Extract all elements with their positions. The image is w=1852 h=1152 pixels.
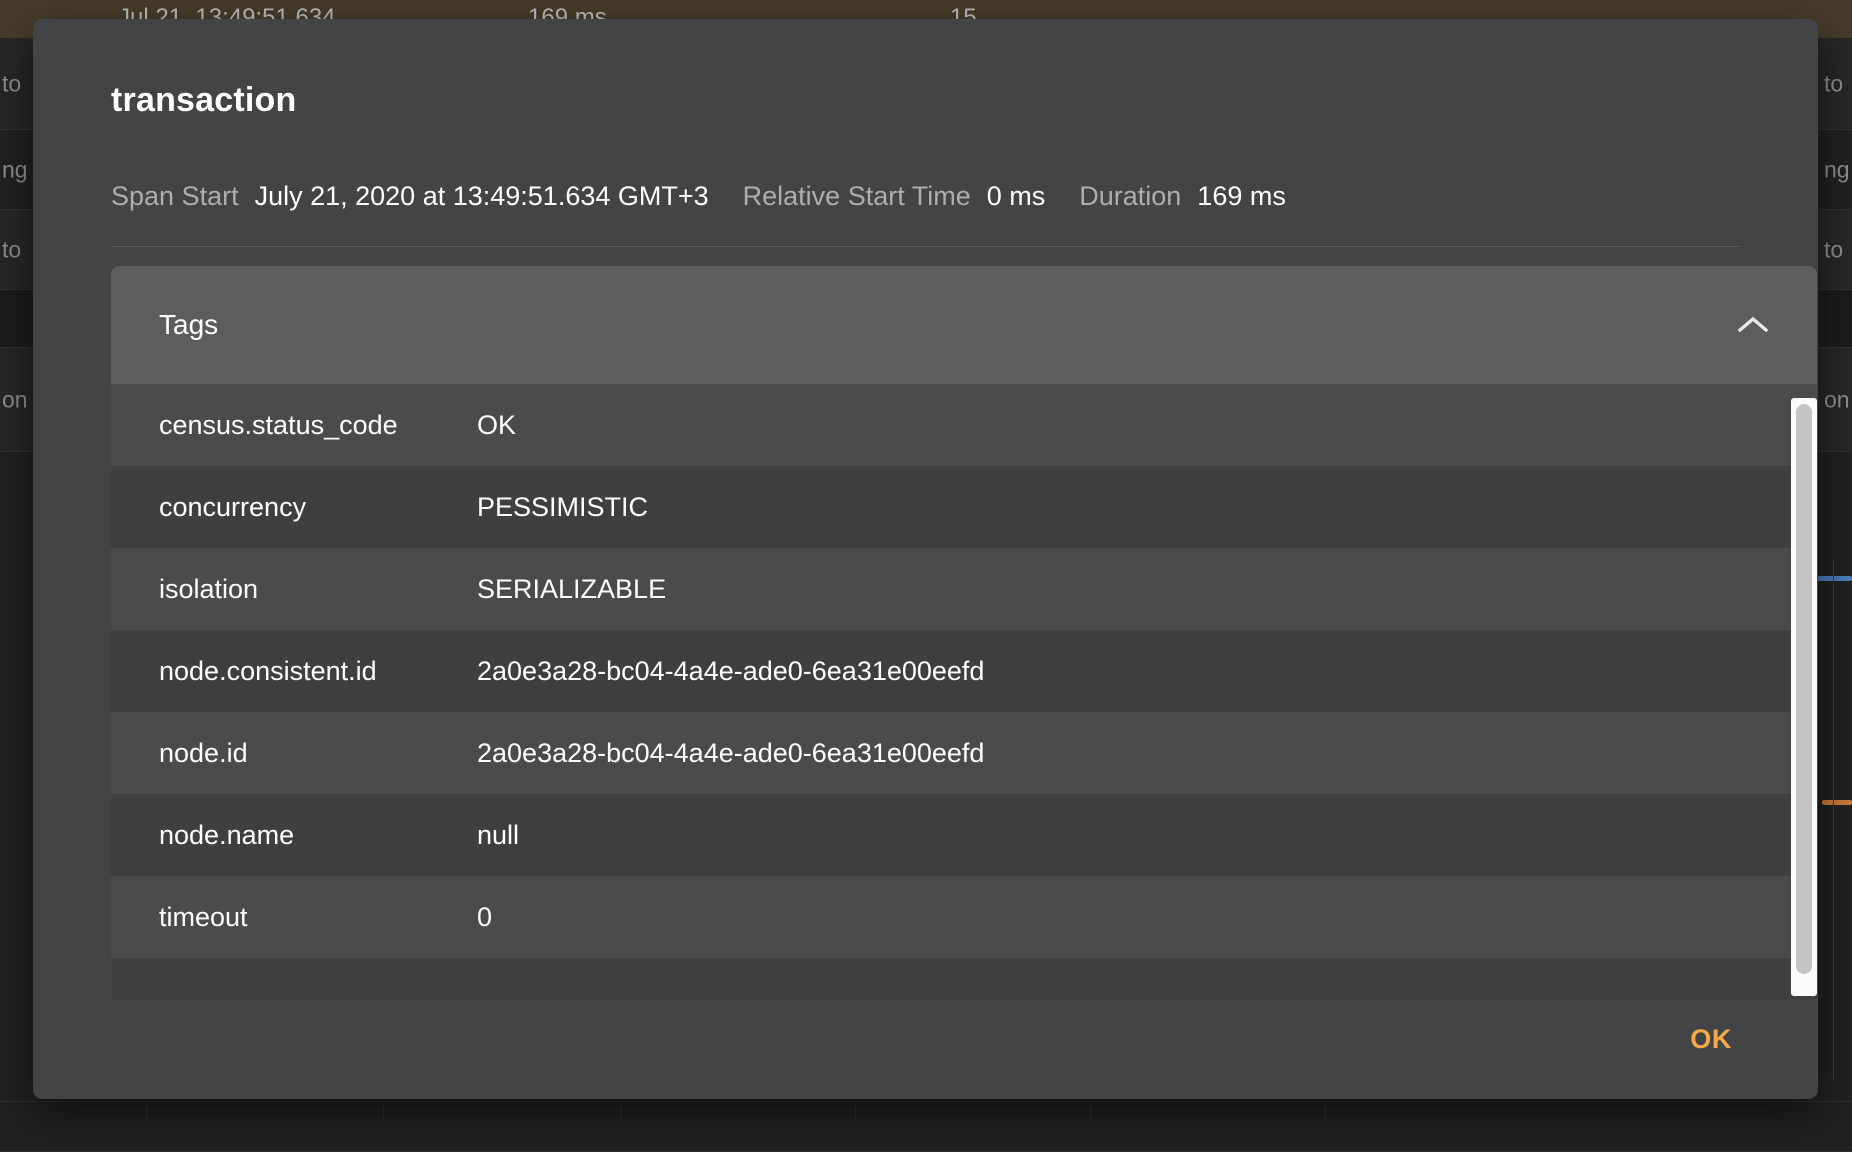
- span-meta-value: 0 ms: [987, 181, 1046, 212]
- backdrop-cell: ng: [2, 156, 28, 183]
- tag-value: OK: [477, 410, 516, 441]
- backdrop-footer-line: [0, 1101, 1852, 1102]
- backdrop-cell: on: [2, 386, 28, 413]
- tag-key: node.id: [159, 738, 477, 769]
- span-meta-row: Span Start July 21, 2020 at 13:49:51.634 …: [111, 181, 1286, 212]
- tag-row: node.namenull: [111, 794, 1817, 876]
- tags-scrollbar[interactable]: [1791, 398, 1817, 996]
- tag-row: node.id2a0e3a28-bc04-4a4e-ade0-6ea31e00e…: [111, 712, 1817, 794]
- chevron-up-icon[interactable]: [1727, 299, 1779, 351]
- span-meta-label: Span Start: [111, 181, 239, 212]
- tags-accordion: Tags census.status_codeOKconcurrencyPESS…: [111, 266, 1817, 999]
- backdrop-column-separator: [855, 1103, 856, 1122]
- header-divider: [111, 246, 1740, 247]
- ok-button[interactable]: OK: [1668, 1014, 1754, 1065]
- backdrop-cell: to: [1824, 236, 1843, 263]
- dialog-title: transaction: [111, 81, 296, 120]
- backdrop-cell: on: [1824, 386, 1850, 413]
- tag-value: SERIALIZABLE: [477, 574, 666, 605]
- backdrop-column-separator: [620, 1103, 621, 1122]
- tags-list: census.status_codeOKconcurrencyPESSIMIST…: [111, 384, 1817, 999]
- span-meta-value: 169 ms: [1197, 181, 1286, 212]
- tag-key: timeout: [159, 902, 477, 933]
- tag-key: node.name: [159, 820, 477, 851]
- tag-row: node.consistent.id2a0e3a28-bc04-4a4e-ade…: [111, 630, 1817, 712]
- backdrop-cell: to: [2, 70, 21, 97]
- tags-accordion-header[interactable]: Tags: [111, 266, 1817, 384]
- backdrop-column-separator: [1090, 1103, 1091, 1122]
- backdrop-timeline-tick: [1833, 560, 1834, 1080]
- tag-row: census.status_codeOK: [111, 384, 1817, 466]
- backdrop-cell: to: [2, 236, 21, 263]
- tags-scrollbar-thumb[interactable]: [1796, 404, 1812, 974]
- tag-value: PESSIMISTIC: [477, 492, 648, 523]
- tag-key: census.status_code: [159, 410, 477, 441]
- span-meta-label: Duration: [1079, 181, 1181, 212]
- tag-key: concurrency: [159, 492, 477, 523]
- tag-key: isolation: [159, 574, 477, 605]
- span-detail-dialog: transaction Span Start July 21, 2020 at 1…: [33, 19, 1818, 1099]
- backdrop-column-separator: [1325, 1103, 1326, 1122]
- tag-value: 2a0e3a28-bc04-4a4e-ade0-6ea31e00eefd: [477, 738, 984, 769]
- tag-value: null: [477, 820, 519, 851]
- tag-row: concurrencyPESSIMISTIC: [111, 466, 1817, 548]
- span-meta-value: July 21, 2020 at 13:49:51.634 GMT+3: [255, 181, 709, 212]
- tag-row: timeout0: [111, 876, 1817, 958]
- backdrop-column-separator: [383, 1103, 384, 1122]
- tags-accordion-title: Tags: [159, 309, 218, 341]
- backdrop-cell: ng: [1824, 156, 1850, 183]
- tag-row: isolationSERIALIZABLE: [111, 548, 1817, 630]
- backdrop-cell: to: [1824, 70, 1843, 97]
- span-meta-label: Relative Start Time: [743, 181, 971, 212]
- tag-key: node.consistent.id: [159, 656, 477, 687]
- backdrop-span-bar: [1822, 800, 1852, 805]
- backdrop-column-separator: [146, 1103, 147, 1122]
- tag-value: 0: [477, 902, 492, 933]
- tag-value: 2a0e3a28-bc04-4a4e-ade0-6ea31e00eefd: [477, 656, 984, 687]
